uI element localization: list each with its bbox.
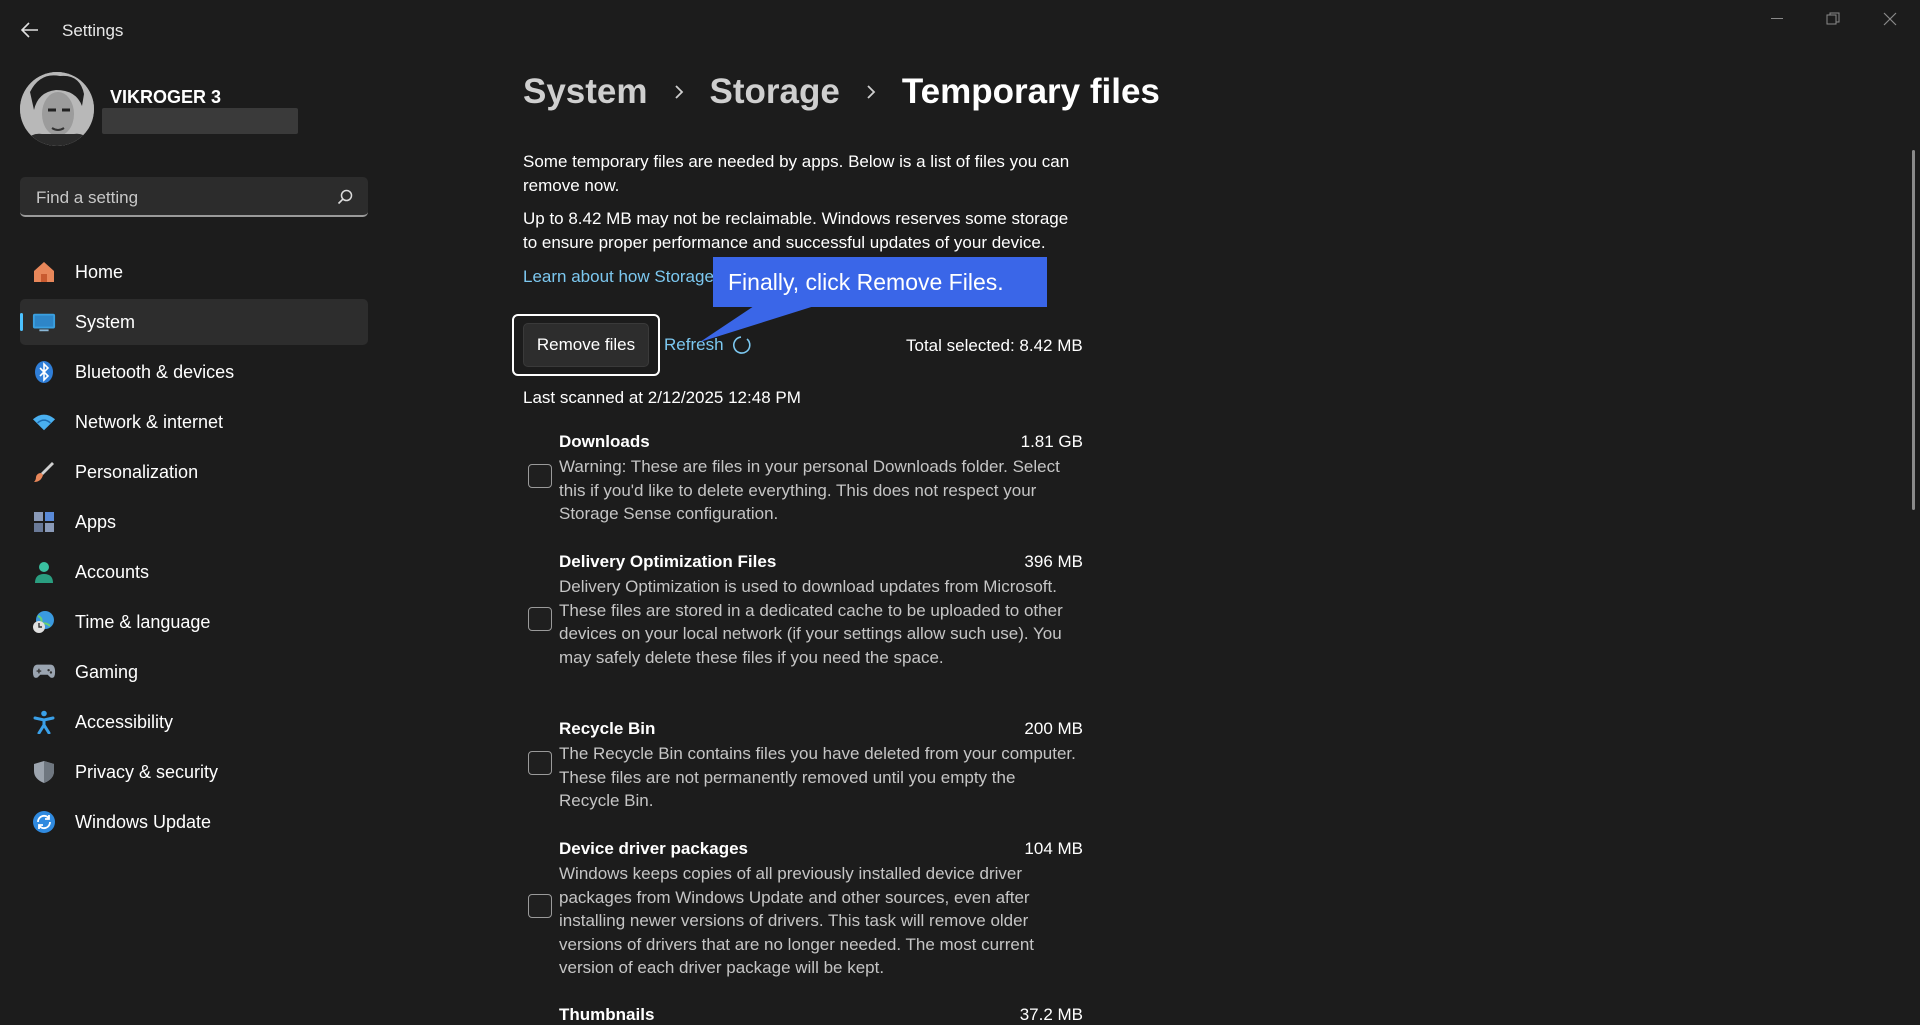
sidebar-item-label: Windows Update xyxy=(75,811,212,832)
sidebar-item-accessibility[interactable]: Accessibility xyxy=(20,699,368,745)
sidebar-item-apps[interactable]: Apps xyxy=(20,499,368,545)
total-selected: Total selected: 8.42 MB xyxy=(906,336,1083,355)
wifi-icon xyxy=(32,410,56,434)
sidebar-item-bluetooth[interactable]: Bluetooth & devices xyxy=(20,349,368,395)
sidebar-item-label: Network & internet xyxy=(75,411,224,432)
file-category-title: Delivery Optimization Files xyxy=(559,552,777,571)
sidebar-item-label: Home xyxy=(75,261,124,282)
refresh-label: Refresh xyxy=(664,335,724,354)
file-category-size: 396 MB xyxy=(1024,552,1083,571)
avatar xyxy=(20,72,94,146)
breadcrumb: System Storage Temporary files xyxy=(523,72,1160,112)
sidebar-item-accounts[interactable]: Accounts xyxy=(20,549,368,595)
sidebar-item-privacy[interactable]: Privacy & security xyxy=(20,749,368,795)
app-title: Settings xyxy=(62,21,124,40)
scrollbar[interactable] xyxy=(1912,150,1915,510)
file-category-size: 1.81 GB xyxy=(1020,432,1083,451)
search-box[interactable] xyxy=(20,177,368,217)
gamepad-icon xyxy=(32,660,56,684)
chevron-right-icon xyxy=(668,81,690,103)
search-input[interactable] xyxy=(34,186,328,210)
search-icon[interactable] xyxy=(336,188,354,206)
file-category-description: Windows keeps copies of all previously i… xyxy=(559,864,1034,977)
apps-icon xyxy=(32,510,56,534)
device-driver-packages-checkbox[interactable] xyxy=(528,894,552,918)
file-category-description: The Recycle Bin contains files you have … xyxy=(559,744,1076,810)
sidebar-item-label: Accessibility xyxy=(75,711,174,732)
file-category-size: 200 MB xyxy=(1024,719,1083,738)
sidebar-item-time-language[interactable]: Time & language xyxy=(20,599,368,645)
sidebar-item-home[interactable]: Home xyxy=(20,249,368,295)
sidebar-item-label: Time & language xyxy=(75,611,211,632)
file-category-size: 37.2 MB xyxy=(1019,1005,1083,1024)
chevron-right-icon xyxy=(860,81,882,103)
accounts-icon xyxy=(32,560,56,584)
sidebar-item-system[interactable]: System xyxy=(20,299,368,345)
close-icon[interactable] xyxy=(1865,6,1915,32)
main-content: System Storage Temporary files Some temp… xyxy=(512,0,1823,1024)
recycle-bin-checkbox[interactable] xyxy=(528,751,552,775)
sidebar-item-label: Accounts xyxy=(75,561,150,582)
sidebar-item-label: Privacy & security xyxy=(75,761,219,782)
file-category-description: Delivery Optimization is used to downloa… xyxy=(559,577,1063,667)
page-title: Temporary files xyxy=(901,72,1160,111)
file-category-description: Warning: These are files in your persona… xyxy=(559,457,1060,523)
file-category-title: Device driver packages xyxy=(559,839,749,858)
sidebar-item-label: Gaming xyxy=(75,661,139,682)
system-icon xyxy=(32,310,56,334)
user-name: VIKROGER 3 xyxy=(110,87,222,107)
learn-more-link[interactable]: Learn about how Storage xyxy=(523,267,714,287)
brush-icon xyxy=(32,460,56,484)
file-category-title: Thumbnails xyxy=(559,1005,655,1024)
sidebar-item-label: Bluetooth & devices xyxy=(75,361,235,382)
user-profile[interactable]: VIKROGER 3 xyxy=(20,70,360,146)
sidebar-nav: Home System Bluetooth & devices Network … xyxy=(20,249,368,849)
file-category-title: Recycle Bin xyxy=(559,719,656,738)
sidebar-item-label: System xyxy=(75,311,136,332)
downloads-checkbox[interactable] xyxy=(528,464,552,488)
remove-files-button[interactable]: Remove files xyxy=(523,323,649,367)
shield-icon xyxy=(32,760,56,784)
sidebar-item-personalization[interactable]: Personalization xyxy=(20,449,368,495)
user-email-redacted xyxy=(102,108,298,134)
delivery-optimization-checkbox[interactable] xyxy=(528,607,552,631)
bluetooth-icon xyxy=(32,360,56,384)
reserved-storage-text: Up to 8.42 MB may not be reclaimable. Wi… xyxy=(523,209,1069,252)
file-category-title: Downloads xyxy=(559,432,650,451)
back-arrow-icon[interactable] xyxy=(18,18,42,42)
file-category-size: 104 MB xyxy=(1024,839,1083,858)
tutorial-callout: Finally, click Remove Files. xyxy=(713,257,1047,307)
breadcrumb-storage[interactable]: Storage xyxy=(710,72,840,112)
sidebar-item-gaming[interactable]: Gaming xyxy=(20,649,368,695)
refresh-link[interactable]: Refresh xyxy=(664,335,752,355)
home-icon xyxy=(32,260,56,284)
accessibility-icon xyxy=(32,710,56,734)
sidebar-item-windows-update[interactable]: Windows Update xyxy=(20,799,368,845)
sidebar-item-label: Apps xyxy=(75,511,117,532)
description-text: Some temporary files are needed by apps.… xyxy=(523,152,1070,195)
sidebar-item-label: Personalization xyxy=(75,461,199,482)
time-language-icon xyxy=(32,610,56,634)
sidebar-item-network[interactable]: Network & internet xyxy=(20,399,368,445)
breadcrumb-system[interactable]: System xyxy=(523,72,648,112)
refresh-icon xyxy=(732,336,751,354)
last-scanned: Last scanned at 2/12/2025 12:48 PM xyxy=(523,388,801,407)
update-icon xyxy=(32,810,56,834)
